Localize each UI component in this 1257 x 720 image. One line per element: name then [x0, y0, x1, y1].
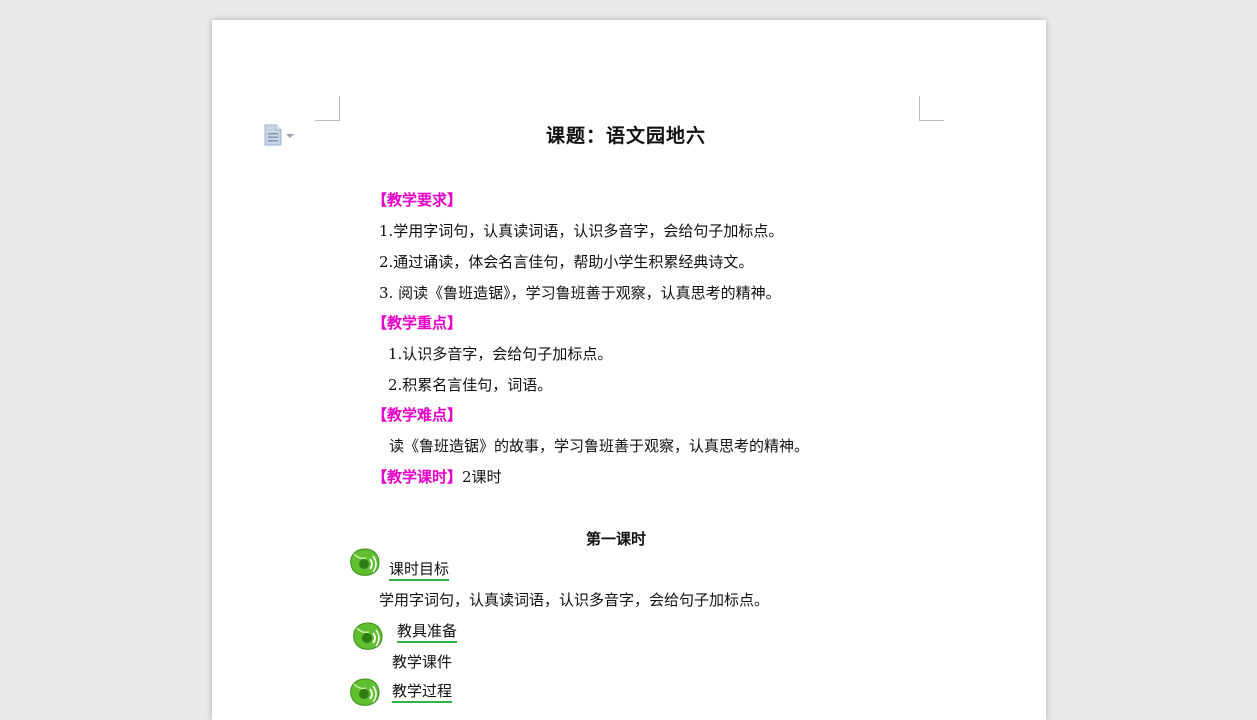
margin-corner-top-right — [919, 96, 944, 121]
section-title-process: 教学过程 — [392, 682, 453, 703]
key-point-item: 2.积累名言佳句，词语。 — [388, 376, 553, 394]
hours-line: 【教学课时】2课时 — [372, 468, 502, 486]
green-sound-leaf-icon — [350, 678, 380, 706]
document-title: 课题：语文园地六 — [546, 125, 707, 147]
difficulty-text: 读《鲁班造锯》的故事，学习鲁班善于观察，认真思考的精神。 — [389, 437, 810, 455]
difficulties-heading: 【教学难点】 — [372, 406, 463, 424]
requirements-heading: 【教学要求】 — [372, 191, 463, 209]
hours-value: 2课时 — [462, 468, 502, 486]
document-page: 课题：语文园地六 【教学要求】 1.学用字词句，认真读词语，认识多音字，会给句子… — [212, 20, 1046, 720]
section-body-objectives: 学用字词句，认真读词语，认识多音字，会给句子加标点。 — [379, 591, 770, 609]
hours-heading: 【教学课时】 — [372, 468, 463, 486]
margin-corner-top-left — [315, 96, 340, 121]
requirement-item: 3. 阅读《鲁班造锯》，学习鲁班善于观察，认真思考的精神。 — [379, 284, 781, 302]
requirement-item: 2.通过诵读，体会名言佳句，帮助小学生积累经典诗文。 — [379, 253, 754, 271]
key-point-item: 1.认识多音字，会给句子加标点。 — [388, 345, 613, 363]
requirement-item: 1.学用字词句，认真读词语，认识多音字，会给句子加标点。 — [379, 222, 784, 240]
section-title-materials: 教具准备 — [397, 622, 458, 643]
key-points-heading: 【教学重点】 — [372, 314, 463, 332]
section-title-objectives: 课时目标 — [389, 560, 450, 581]
lesson-heading: 第一课时 — [586, 530, 647, 548]
green-sound-leaf-icon — [353, 622, 383, 650]
document-menu-button[interactable] — [264, 124, 294, 146]
section-body-materials: 教学课件 — [392, 653, 453, 671]
document-icon — [264, 124, 282, 146]
chevron-down-icon — [286, 134, 294, 138]
green-sound-leaf-icon — [350, 548, 380, 576]
